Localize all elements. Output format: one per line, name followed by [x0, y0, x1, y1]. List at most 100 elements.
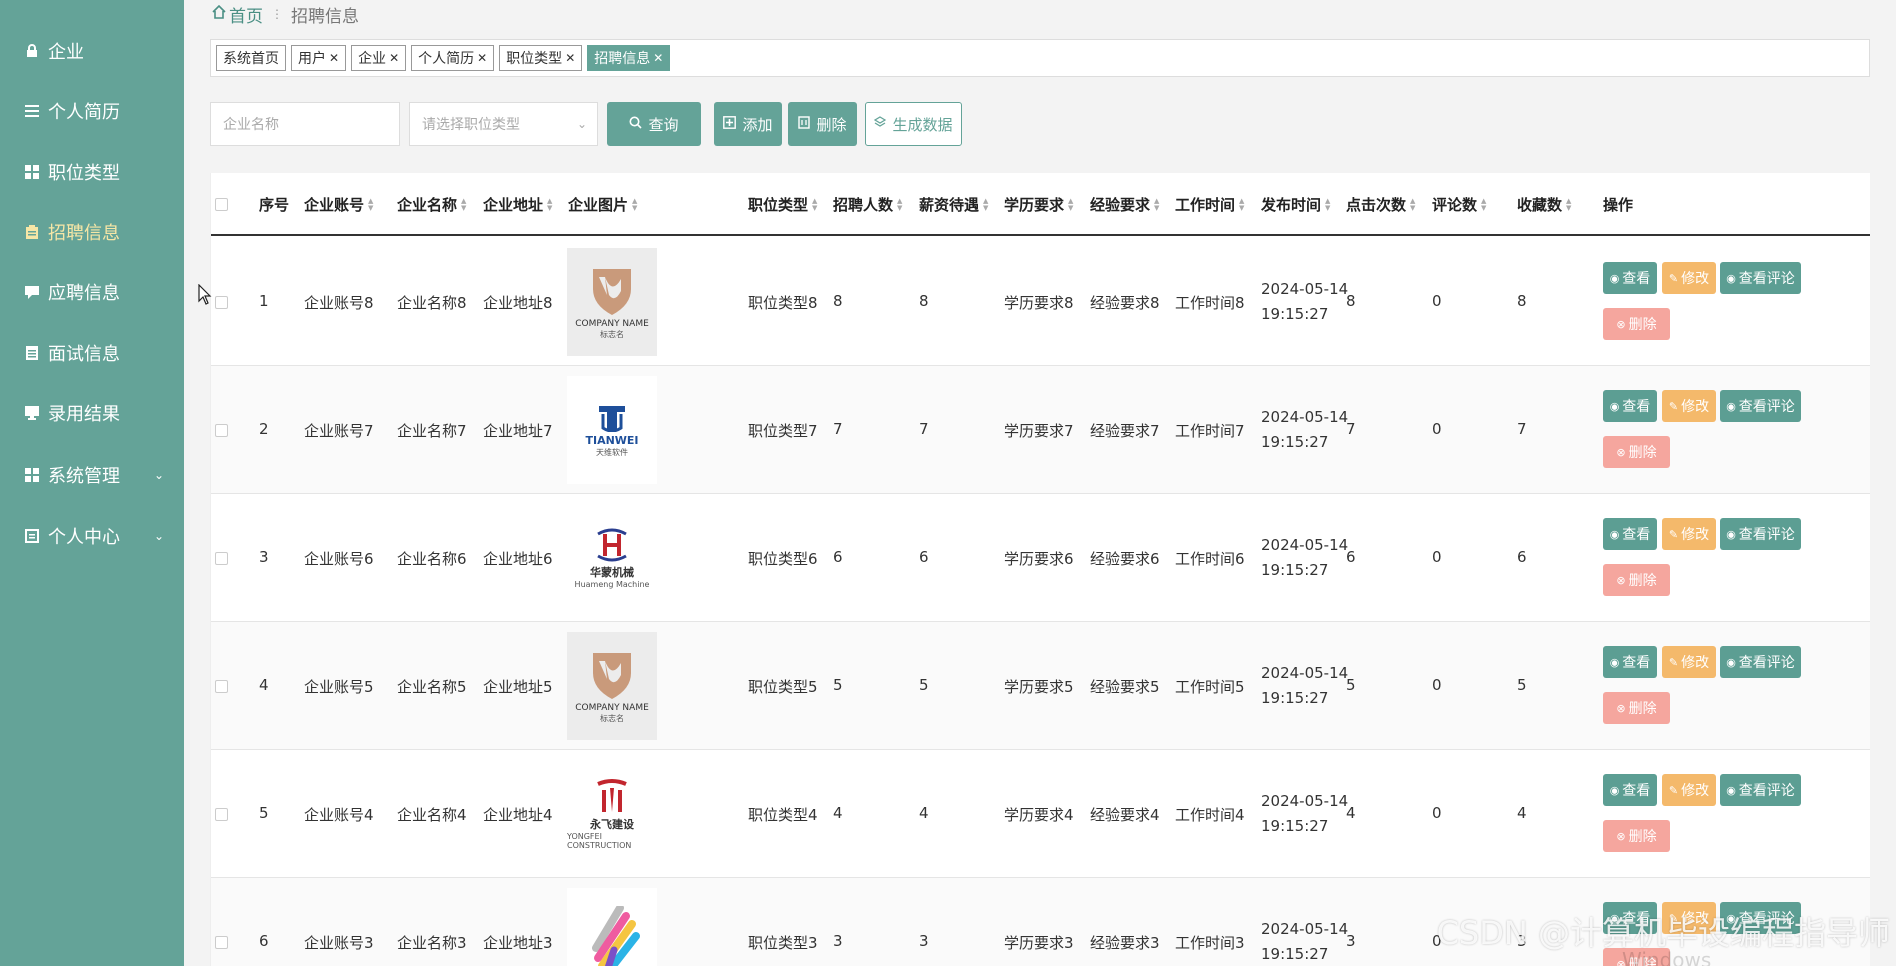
cell-index: 6: [259, 932, 269, 950]
sidebar-item-system[interactable]: 系统管理 ⌄: [0, 453, 184, 497]
header-name[interactable]: 企业名称 ▲ ▼: [397, 173, 466, 236]
view-button[interactable]: ◉ 查看: [1603, 774, 1657, 806]
view-button[interactable]: ◉ 查看: [1603, 646, 1657, 678]
row-checkbox[interactable]: [215, 680, 228, 693]
row-checkbox[interactable]: [215, 552, 228, 565]
header-favorites[interactable]: 收藏数 ▲ ▼: [1517, 173, 1571, 236]
view-comments-button[interactable]: ◉ 查看评论: [1720, 390, 1801, 422]
delete-button[interactable]: ⊗ 删除: [1603, 692, 1670, 724]
sort-icon[interactable]: ▲ ▼: [1325, 197, 1330, 212]
sort-icon[interactable]: ▲ ▼: [1481, 197, 1486, 212]
sidebar-item-application[interactable]: 应聘信息: [0, 270, 184, 314]
header-count[interactable]: 招聘人数 ▲ ▼: [833, 173, 902, 236]
message-icon: [24, 284, 40, 300]
cell-education: 学历要求5: [1004, 678, 1074, 696]
sidebar-item-recruitment[interactable]: 招聘信息: [0, 210, 184, 254]
tag-home[interactable]: 系统首页: [216, 45, 286, 71]
view-button[interactable]: ◉ 查看: [1603, 262, 1657, 294]
company-logo-image[interactable]: [567, 888, 657, 966]
delete-button[interactable]: ⊗ 删除: [1603, 820, 1670, 852]
company-logo-image[interactable]: TIANWEI 天维软件: [567, 376, 657, 484]
batch-delete-button-label: 删除: [816, 115, 847, 134]
select-all-checkbox[interactable]: [215, 198, 228, 211]
cell-count: 3: [833, 932, 843, 950]
search-button[interactable]: 查询: [607, 102, 701, 146]
sort-icon[interactable]: ▲ ▼: [1154, 197, 1159, 212]
tag-company[interactable]: 企业 ✕: [351, 45, 407, 71]
tag-user[interactable]: 用户 ✕: [291, 45, 347, 71]
close-icon[interactable]: ✕: [477, 51, 487, 65]
sidebar-item-result[interactable]: 录用结果: [0, 391, 184, 435]
breadcrumb-home[interactable]: 首页: [229, 2, 263, 27]
view-button[interactable]: ◉ 查看: [1603, 518, 1657, 550]
header-image[interactable]: 企业图片 ▲ ▼: [568, 173, 637, 236]
tag-resume[interactable]: 个人简历 ✕: [411, 45, 495, 71]
header-worktime[interactable]: 工作时间 ▲ ▼: [1175, 173, 1244, 236]
sort-icon[interactable]: ▲ ▼: [897, 197, 902, 212]
header-account[interactable]: 企业账号 ▲ ▼: [304, 173, 373, 236]
delete-button[interactable]: ⊗ 删除: [1603, 564, 1670, 596]
sort-icon[interactable]: ▲ ▼: [1239, 197, 1244, 212]
sort-icon[interactable]: ▲ ▼: [1410, 197, 1415, 212]
view-button[interactable]: ◉ 查看: [1603, 390, 1657, 422]
edit-button[interactable]: ✎ 修改: [1662, 262, 1716, 294]
company-logo-image[interactable]: COMPANY NAME 标志名: [567, 248, 657, 356]
view-comments-button[interactable]: ◉ 查看评论: [1720, 646, 1801, 678]
add-button[interactable]: 添加: [714, 102, 782, 146]
close-icon[interactable]: ✕: [389, 51, 399, 65]
sort-icon[interactable]: ▲ ▼: [461, 197, 466, 212]
generate-data-button[interactable]: 生成数据: [865, 102, 962, 146]
delete-button[interactable]: ⊗ 删除: [1603, 436, 1670, 468]
sidebar-item-company[interactable]: 企业: [0, 29, 184, 73]
sidebar-item-jobtype[interactable]: 职位类型: [0, 150, 184, 194]
tag-recruitment[interactable]: 招聘信息 ✕: [587, 45, 671, 71]
header-address[interactable]: 企业地址 ▲ ▼: [483, 173, 552, 236]
view-comments-button[interactable]: ◉ 查看评论: [1720, 774, 1801, 806]
sort-icon[interactable]: ▲ ▼: [983, 197, 988, 212]
header-comments[interactable]: 评论数 ▲ ▼: [1432, 173, 1486, 236]
cell-name: 企业名称4: [397, 806, 467, 824]
cell-comments: 0: [1432, 548, 1442, 566]
view-comments-button[interactable]: ◉ 查看评论: [1720, 262, 1801, 294]
sidebar-item-resume[interactable]: 个人简历: [0, 89, 184, 133]
sidebar-item-profile[interactable]: 个人中心 ⌄: [0, 514, 184, 558]
header-education[interactable]: 学历要求 ▲ ▼: [1004, 173, 1073, 236]
row-checkbox[interactable]: [215, 296, 228, 309]
sort-icon[interactable]: ▲ ▼: [547, 197, 552, 212]
edit-button[interactable]: ✎ 修改: [1662, 774, 1716, 806]
cell-index: 4: [259, 676, 269, 694]
delete-button[interactable]: ⊗ 删除: [1603, 308, 1670, 340]
close-icon[interactable]: ✕: [329, 51, 339, 65]
header-jobtype[interactable]: 职位类型 ▲ ▼: [748, 173, 817, 236]
cell-index: 5: [259, 804, 269, 822]
edit-button[interactable]: ✎ 修改: [1662, 518, 1716, 550]
layers-icon: [874, 115, 887, 133]
company-logo-image[interactable]: 华蒙机械 Huameng Machine: [567, 504, 657, 612]
view-comments-button[interactable]: ◉ 查看评论: [1720, 518, 1801, 550]
cell-salary: 5: [919, 676, 929, 694]
row-checkbox[interactable]: [215, 424, 228, 437]
sort-icon[interactable]: ▲ ▼: [812, 197, 817, 212]
header-experience[interactable]: 经验要求 ▲ ▼: [1090, 173, 1159, 236]
company-logo-image[interactable]: 永飞建设 YONGFEI CONSTRUCTION: [567, 760, 657, 868]
job-type-select[interactable]: 请选择职位类型 ⌄: [409, 102, 598, 146]
company-name-input[interactable]: 企业名称: [210, 102, 400, 146]
tag-jobtype[interactable]: 职位类型 ✕: [499, 45, 583, 71]
sort-icon[interactable]: ▲ ▼: [632, 197, 637, 212]
row-checkbox[interactable]: [215, 936, 228, 949]
edit-button[interactable]: ✎ 修改: [1662, 390, 1716, 422]
eye-icon: ◉: [1609, 527, 1620, 541]
company-logo-image[interactable]: COMPANY NAME 标志名: [567, 632, 657, 740]
sidebar-item-interview[interactable]: 面试信息: [0, 331, 184, 375]
header-publish[interactable]: 发布时间 ▲ ▼: [1261, 173, 1330, 236]
sort-icon[interactable]: ▲ ▼: [1068, 197, 1073, 212]
close-icon[interactable]: ✕: [653, 51, 663, 65]
batch-delete-button[interactable]: 删除: [788, 102, 857, 146]
header-salary[interactable]: 薪资待遇 ▲ ▼: [919, 173, 988, 236]
close-icon[interactable]: ✕: [565, 51, 575, 65]
header-clicks[interactable]: 点击次数 ▲ ▼: [1346, 173, 1415, 236]
row-checkbox[interactable]: [215, 808, 228, 821]
edit-button[interactable]: ✎ 修改: [1662, 646, 1716, 678]
sort-icon[interactable]: ▲ ▼: [368, 197, 373, 212]
sort-icon[interactable]: ▲ ▼: [1566, 197, 1571, 212]
